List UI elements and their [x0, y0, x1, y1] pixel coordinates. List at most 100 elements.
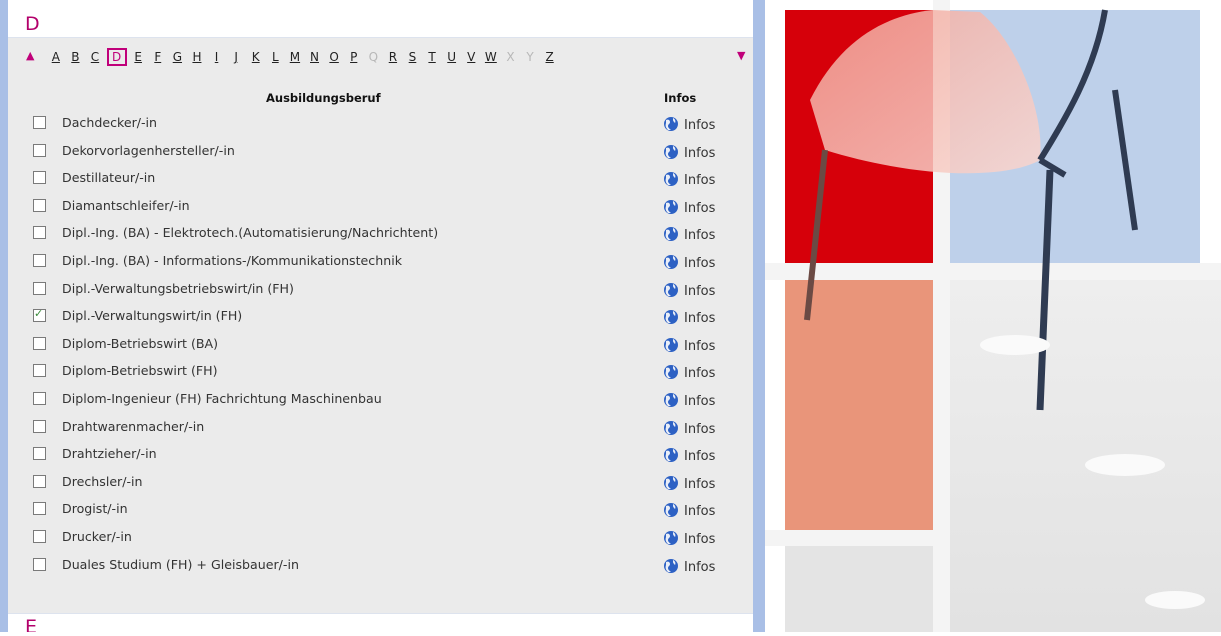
row-checkbox[interactable]	[33, 364, 46, 378]
globe-icon	[663, 445, 679, 464]
table-row: Drucker/-in Infos	[8, 522, 753, 550]
globe-icon	[663, 500, 679, 519]
alphabet-letter-k[interactable]: K	[246, 48, 266, 66]
row-checkbox[interactable]	[33, 447, 46, 461]
occupation-label: Duales Studium (FH) + Gleisbauer/-in	[62, 556, 299, 572]
alphabet-letter-f[interactable]: F	[148, 48, 168, 66]
row-checkbox[interactable]	[33, 253, 46, 267]
globe-icon	[663, 362, 679, 381]
info-link-label: Infos	[684, 200, 716, 216]
row-checkbox[interactable]	[33, 391, 46, 405]
info-link-label: Infos	[684, 531, 716, 547]
occupation-label: Diamantschleifer/-in	[62, 197, 190, 213]
table-row: Drahtwarenmacher/-in Infos	[8, 412, 753, 440]
info-link-label: Infos	[684, 476, 716, 492]
info-link[interactable]: Infos	[663, 528, 715, 547]
info-link[interactable]: Infos	[663, 500, 715, 519]
info-link[interactable]: Infos	[663, 445, 715, 464]
info-link-label: Infos	[684, 173, 716, 189]
alphabet-letter-d[interactable]: D	[106, 48, 127, 66]
globe-icon	[663, 169, 679, 188]
info-link-label: Infos	[684, 338, 716, 354]
alphabet-letter-w[interactable]: W	[481, 48, 501, 66]
table-row: Duales Studium (FH) + Gleisbauer/-in Info…	[8, 550, 753, 578]
row-checkbox[interactable]	[33, 474, 46, 488]
row-checkbox[interactable]	[33, 502, 46, 516]
section-header-e: E	[8, 613, 753, 632]
info-link[interactable]: Infos	[663, 169, 715, 188]
info-link[interactable]: Infos	[663, 280, 715, 299]
info-link[interactable]: Infos	[663, 114, 715, 133]
globe-icon	[663, 473, 679, 492]
info-link-label: Infos	[684, 559, 716, 575]
section-letter-next: E	[25, 616, 38, 632]
table-row: Destillateur/-in Infos	[8, 163, 753, 191]
info-link[interactable]: Infos	[663, 473, 715, 492]
occupation-label: Dachdecker/-in	[62, 115, 158, 130]
info-link[interactable]: Infos	[663, 224, 715, 243]
alphabet-letter-l[interactable]: L	[266, 48, 286, 66]
row-checkbox[interactable]	[33, 419, 46, 433]
alphabet-letter-y: Y	[526, 50, 534, 64]
info-link[interactable]: Infos	[663, 556, 715, 575]
alphabet-letter-c[interactable]: C	[85, 48, 105, 66]
table-row: Dipl.-Ing. (BA) - Informations-/Kommunik…	[8, 246, 753, 274]
info-link[interactable]: Infos	[663, 197, 715, 216]
info-link[interactable]: Infos	[663, 418, 715, 437]
info-link[interactable]: Infos	[663, 362, 715, 381]
row-checkbox[interactable]	[33, 529, 46, 543]
row-checkbox[interactable]	[33, 307, 46, 323]
info-link[interactable]: Infos	[663, 307, 715, 326]
row-checkbox[interactable]	[33, 557, 46, 571]
center-divider-stripe	[753, 0, 765, 632]
alphabet-letter-r[interactable]: R	[383, 48, 403, 66]
globe-icon	[663, 390, 679, 409]
alphabet-letter-j[interactable]: J	[226, 48, 246, 66]
scroll-down-arrow-icon[interactable]: ▼	[737, 49, 745, 62]
table-row: Dekorvorlagenhersteller/-in Infos	[8, 136, 753, 164]
occupation-label: Diplom-Betriebswirt (BA)	[62, 335, 219, 351]
column-header-infos: Infos	[664, 91, 697, 105]
row-checkbox[interactable]	[33, 116, 46, 129]
alphabet-letter-m[interactable]: M	[285, 48, 305, 66]
alphabet-letter-v[interactable]: V	[461, 48, 481, 66]
occupation-label: Diplom-Ingenieur (FH) Fachrichtung Masch…	[62, 390, 382, 406]
table-row: Diplom-Betriebswirt (FH) Infos	[8, 356, 753, 384]
alphabet-letter-n[interactable]: N	[305, 48, 325, 66]
row-checkbox[interactable]	[33, 171, 46, 185]
row-checkbox[interactable]	[33, 198, 46, 212]
section-letter: D	[25, 13, 40, 35]
row-checkbox[interactable]	[33, 143, 46, 157]
alphabet-letter-s[interactable]: S	[403, 48, 423, 66]
alphabet-letter-a[interactable]: A	[46, 48, 66, 66]
info-link[interactable]: Infos	[663, 252, 715, 271]
alphabet-letter-i[interactable]: I	[207, 48, 227, 66]
alphabet-letter-p[interactable]: P	[344, 48, 364, 66]
info-link-label: Infos	[684, 228, 716, 244]
occupation-label: Dekorvorlagenhersteller/-in	[62, 142, 235, 158]
occupation-label: Diplom-Betriebswirt (FH)	[62, 363, 218, 379]
row-checkbox[interactable]	[33, 336, 46, 350]
alphabet-letter-e[interactable]: E	[128, 48, 148, 66]
alphabet-letter-t[interactable]: T	[422, 48, 442, 66]
info-link[interactable]: Infos	[663, 390, 715, 409]
chair-illustration	[765, 0, 1221, 632]
globe-icon	[663, 335, 679, 354]
alphabet-letter-z[interactable]: Z	[540, 48, 560, 66]
globe-icon	[663, 197, 679, 216]
occupation-list-panel: D ▲ ABCDEFGHIJKLMNOPQRSTUVWXYZ ▼ Ausbild…	[8, 11, 753, 632]
alphabet-letter-u[interactable]: U	[442, 48, 462, 66]
globe-icon	[663, 114, 679, 133]
alphabet-letter-g[interactable]: G	[168, 48, 188, 66]
row-checkbox[interactable]	[33, 226, 46, 240]
alphabet-letter-o[interactable]: O	[324, 48, 344, 66]
section-header-d: D	[8, 11, 753, 38]
info-link[interactable]: Infos	[663, 142, 715, 161]
row-checkbox[interactable]	[33, 281, 46, 295]
occupation-rows: Dachdecker/-in Infos Dekorvorlagenherstell…	[8, 108, 753, 577]
table-row: Drechsler/-in Infos	[8, 467, 753, 495]
scroll-up-arrow-icon[interactable]: ▲	[26, 49, 34, 62]
info-link[interactable]: Infos	[663, 335, 715, 354]
alphabet-letter-h[interactable]: H	[187, 48, 207, 66]
alphabet-letter-b[interactable]: B	[66, 48, 86, 66]
